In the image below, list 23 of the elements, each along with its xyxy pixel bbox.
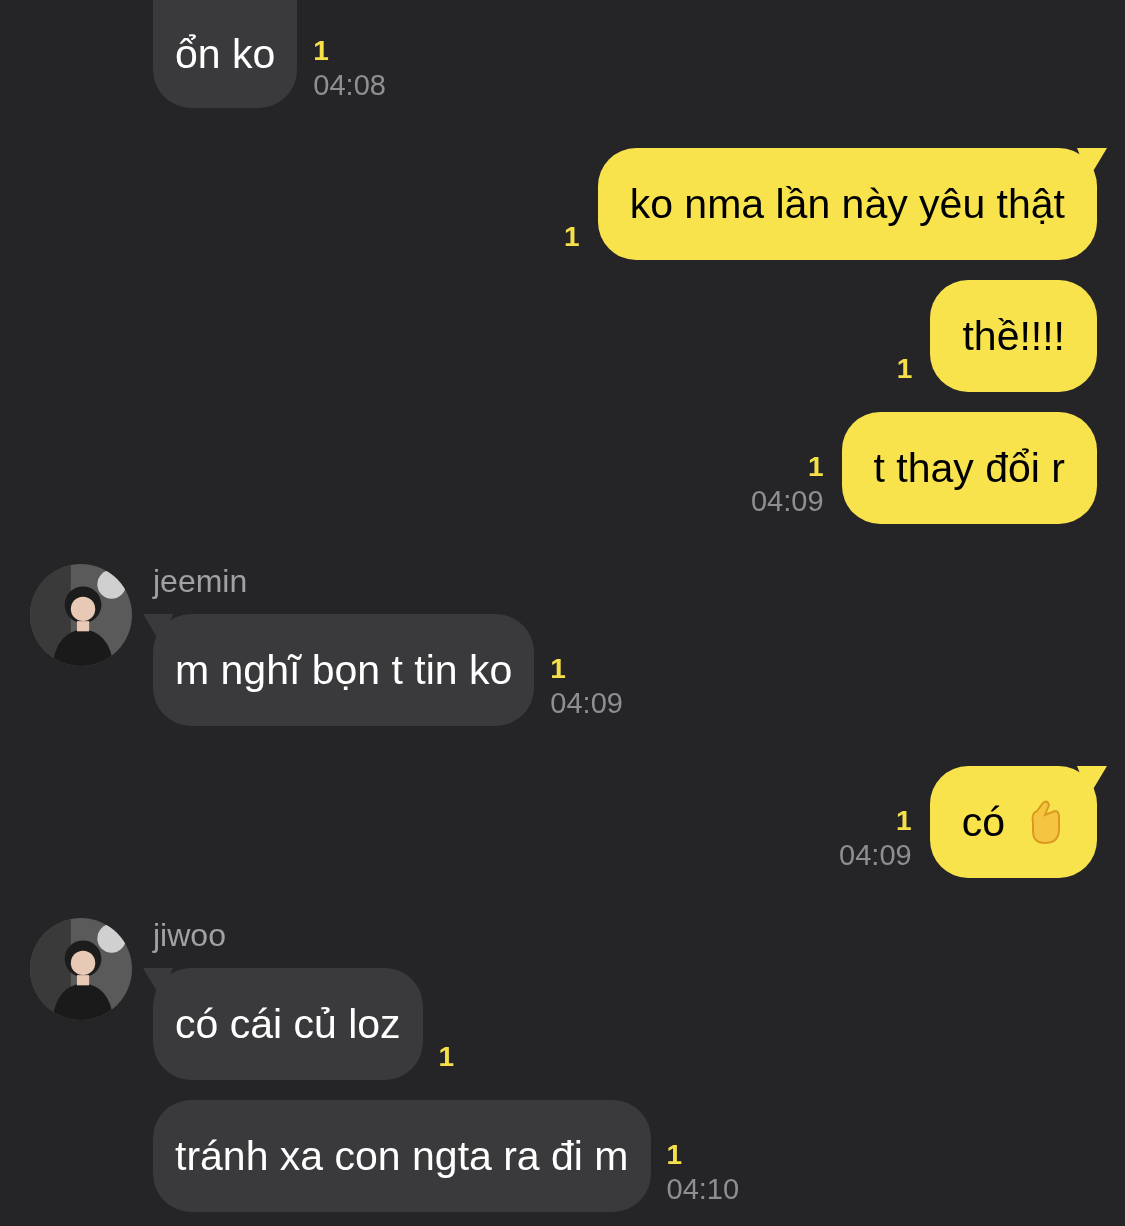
message-time: 04:10	[666, 1172, 740, 1206]
message-text: ổn ko	[175, 30, 276, 78]
sender-name: jiwoo	[153, 916, 227, 955]
message-time: 04:09	[839, 838, 912, 872]
sender-name: jeemin	[153, 562, 249, 601]
message-text: có cái củ loz	[175, 1000, 401, 1048]
message-time: 04:09	[550, 686, 623, 720]
unread-count: 1	[808, 450, 824, 484]
message-text: tránh xa con ngta ra đi m	[175, 1132, 629, 1180]
message-text: ko nma lần này yêu thật	[629, 180, 1065, 228]
message-text: m nghĩ bọn t tin ko	[175, 646, 513, 694]
unread-count: 1	[313, 34, 329, 68]
unread-count: 1	[550, 652, 566, 686]
message-time: 04:08	[313, 68, 386, 102]
unread-count: 1	[896, 352, 913, 386]
unread-count: 1	[666, 1138, 683, 1172]
unread-count: 1	[438, 1040, 455, 1074]
message-text: thề!!!!	[962, 312, 1065, 360]
message-text: có	[961, 798, 1005, 846]
unread-count: 1	[896, 804, 912, 838]
message-time: 04:09	[751, 484, 824, 518]
message-text: t thay đổi r	[873, 444, 1065, 492]
unread-count: 1	[564, 220, 580, 254]
